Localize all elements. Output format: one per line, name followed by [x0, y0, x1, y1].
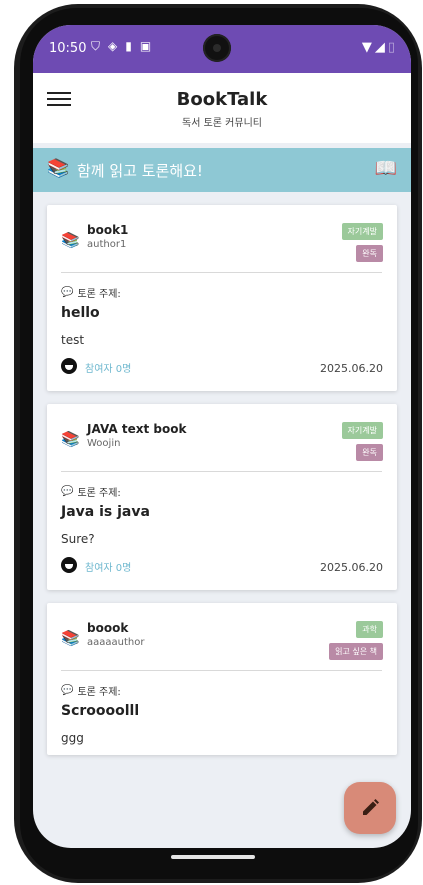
divider — [61, 272, 382, 273]
discussion-card[interactable]: 📚 JAVA text book Woojin 자기계발 완독 💬 토론 주제:… — [47, 404, 397, 590]
app-title: BookTalk — [176, 89, 268, 110]
app-screen: 10:50 ⛉ ◈ ▮ ▣ ▼ ◢ ▯ BookTalk 독서 토론 커뮤니티 … — [33, 25, 411, 848]
genre-tag: 과학 — [356, 621, 383, 638]
avatar — [61, 358, 77, 374]
front-camera — [203, 34, 231, 62]
books-icon: 📚 — [61, 629, 80, 647]
welcome-banner: 📚 함께 읽고 토론해요! 📖 — [33, 148, 411, 192]
open-book-icon: 📖 — [374, 158, 397, 179]
participant-count: 참여자 0명 — [85, 364, 132, 375]
topic-title: Scroooolll — [61, 703, 140, 719]
battery-icon: ▯ — [387, 40, 395, 55]
genre-tag: 자기계발 — [341, 422, 383, 439]
speech-bubble-icon: 💬 — [61, 287, 74, 298]
book-author: author1 — [87, 239, 127, 250]
topic-label: 토론 주제: — [77, 488, 121, 499]
post-date: 2025.06.20 — [320, 561, 383, 574]
book-author: aaaaauthor — [87, 637, 145, 648]
banner-text: 함께 읽고 토론해요! — [77, 162, 203, 180]
topic-title: Java is java — [61, 504, 150, 520]
status-right-icons: ▼ ◢ ▯ — [362, 40, 395, 55]
divider — [61, 471, 382, 472]
participant-count: 참여자 0명 — [85, 563, 132, 574]
discussion-card[interactable]: 📚 boook aaaaauthor 과학 읽고 싶은 책 💬 토론 주제: S… — [47, 603, 397, 755]
shield-icon: ⛉ — [91, 39, 101, 53]
books-icon: 📚 — [61, 231, 80, 249]
status-tag: 완독 — [356, 444, 383, 461]
discussion-card[interactable]: 📚 book1 author1 자기계발 완독 💬 토론 주제: hello t… — [47, 205, 397, 391]
pencil-icon — [363, 799, 379, 815]
book-title: boook — [87, 621, 129, 635]
app-bar: BookTalk 독서 토론 커뮤니티 — [33, 73, 411, 143]
topic-label-row: 💬 토론 주제: — [61, 285, 121, 300]
app-subtitle: 독서 토론 커뮤니티 — [182, 118, 262, 129]
wifi-icon: ▼ — [361, 40, 372, 55]
speech-bubble-icon: 💬 — [61, 486, 74, 497]
avatar — [61, 557, 77, 573]
genre-tag: 자기계발 — [341, 223, 383, 240]
sd-card-icon: ▮ — [125, 39, 132, 53]
topic-title: hello — [61, 305, 100, 321]
topic-body: test — [61, 333, 85, 347]
status-bar: 10:50 ⛉ ◈ ▮ ▣ ▼ ◢ ▯ — [33, 25, 411, 73]
status-tag: 읽고 싶은 책 — [329, 643, 383, 660]
status-tag: 완독 — [356, 245, 383, 262]
topic-label: 토론 주제: — [77, 289, 121, 300]
books-icon: 📚 — [61, 430, 80, 448]
post-date: 2025.06.20 — [320, 362, 383, 375]
topic-body: ggg — [61, 731, 84, 745]
status-left-icons: ⛉ ◈ ▮ ▣ — [91, 39, 151, 54]
speech-bubble-icon: 💬 — [61, 685, 74, 696]
cell-signal-icon: ◢ — [374, 40, 385, 55]
divider — [61, 670, 382, 671]
status-time: 10:50 — [49, 41, 87, 56]
notification-icon: ▣ — [139, 39, 152, 53]
topic-body: Sure? — [61, 532, 95, 546]
topic-label-row: 💬 토론 주제: — [61, 484, 121, 499]
write-post-button[interactable] — [344, 782, 396, 834]
signal-dot-icon: ◈ — [108, 39, 118, 53]
topic-label: 토론 주제: — [77, 687, 121, 698]
book-author: Woojin — [87, 438, 121, 449]
book-title: JAVA text book — [87, 422, 187, 436]
topic-label-row: 💬 토론 주제: — [61, 683, 121, 698]
books-icon: 📚 — [47, 158, 70, 179]
book-title: book1 — [87, 223, 129, 237]
home-indicator[interactable] — [171, 855, 255, 859]
